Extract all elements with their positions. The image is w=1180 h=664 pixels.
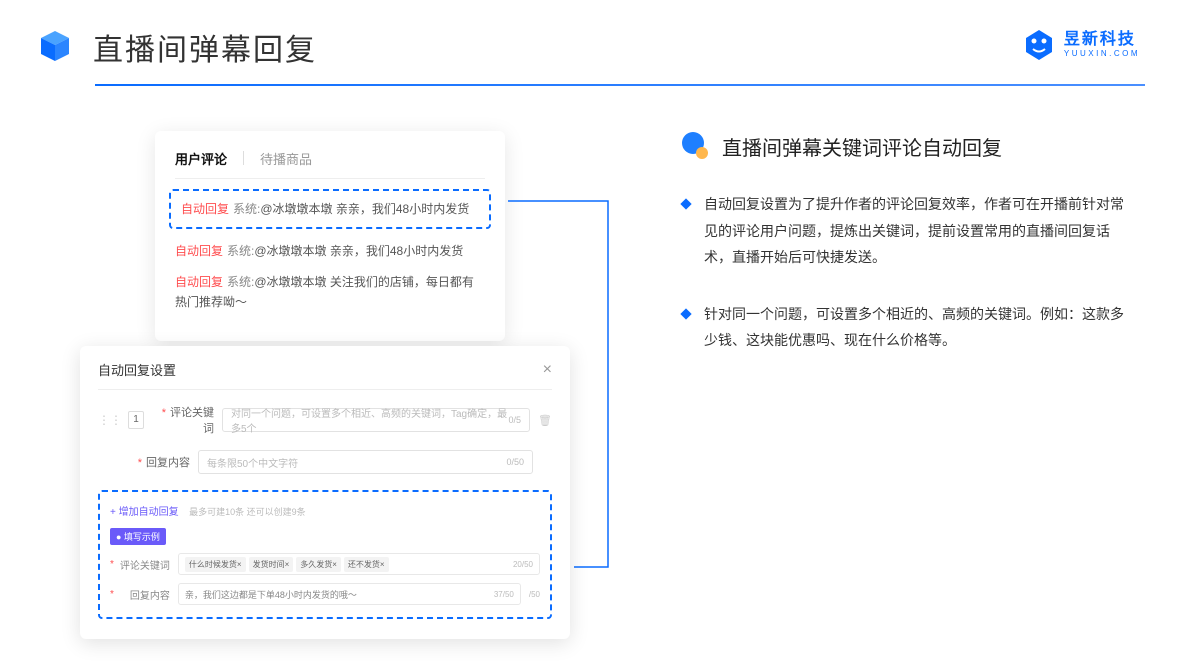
settings-panel: 自动回复设置 × ⋮⋮ 1 *评论关键词 对同一个问题，可设置多个相近、高频的关… (80, 346, 570, 639)
comment-item: 自动回复系统:@冰墩墩本墩 亲亲，我们48小时内发货 (175, 241, 485, 261)
screenshot-area: 用户评论 待播商品 自动回复系统:@冰墩墩本墩 亲亲，我们48小时内发货 自动回… (100, 131, 560, 384)
example-reply-input[interactable]: 亲，我们这边都是下单48小时内发货的哦～37/50 (178, 583, 521, 605)
diamond-icon (680, 198, 691, 209)
bullet-item: 针对同一个问题，可设置多个相近的、高频的关键词。例如：这款多少钱、这块能优惠吗、… (680, 301, 1140, 354)
label-keyword: *评论关键词 (154, 404, 214, 436)
description-area: 直播间弹幕关键词评论自动回复 自动回复设置为了提升作者的评论回复效率，作者可在开… (560, 131, 1140, 384)
brand-name: 昱新科技 (1064, 32, 1140, 48)
chat-icon (680, 131, 710, 161)
drag-icon[interactable]: ⋮⋮ (98, 413, 122, 427)
add-reply-link[interactable]: + 增加自动回复 (110, 507, 179, 518)
comment-highlighted: 自动回复系统:@冰墩墩本墩 亲亲，我们48小时内发货 (169, 189, 491, 229)
item-number: 1 (128, 411, 144, 429)
delete-icon[interactable]: 🗑 (538, 414, 552, 427)
bullet-item: 自动回复设置为了提升作者的评论回复效率，作者可在开播前针对常见的评论用户问题，提… (680, 191, 1140, 271)
close-icon[interactable]: × (543, 361, 552, 379)
brand-icon (1022, 28, 1056, 62)
example-badge: ● 填写示例 (110, 528, 166, 545)
reply-input[interactable]: 每条限50个中文字符0/50 (198, 450, 533, 474)
settings-title: 自动回复设置 (98, 360, 176, 379)
diamond-icon (680, 308, 691, 319)
label-reply: *回复内容 (130, 454, 190, 470)
tab-comments[interactable]: 用户评论 (175, 149, 227, 168)
keyword-input[interactable]: 对同一个问题，可设置多个相近、高频的关键词，Tag确定，最多5个0/5 (222, 408, 530, 432)
brand: 昱新科技 YUUXIN.COM (1022, 28, 1140, 62)
example-keyword-input[interactable]: 什么时候发货× 发货时间× 多久发货× 还不发货× 20/50 (178, 553, 540, 575)
add-hint: 最多可建10条 还可以创建9条 (189, 507, 306, 517)
example-reply-label: 回复内容 (118, 587, 170, 602)
comment-item: 自动回复系统:@冰墩墩本墩 关注我们的店铺，每日都有热门推荐呦～ (175, 272, 485, 313)
example-box: + 增加自动回复 最多可建10条 还可以创建9条 ● 填写示例 *评论关键词 什… (98, 490, 552, 619)
header: 直播间弹幕回复 昱新科技 YUUXIN.COM (0, 0, 1180, 84)
cube-icon (35, 27, 75, 67)
tab-separator (243, 151, 244, 165)
page-title: 直播间弹幕回复 (93, 25, 317, 69)
example-keyword-label: 评论关键词 (118, 557, 170, 572)
brand-url: YUUXIN.COM (1064, 50, 1140, 58)
section-title: 直播间弹幕关键词评论自动回复 (722, 132, 1002, 161)
comments-panel: 用户评论 待播商品 自动回复系统:@冰墩墩本墩 亲亲，我们48小时内发货 自动回… (155, 131, 505, 341)
tab-products[interactable]: 待播商品 (260, 149, 312, 168)
